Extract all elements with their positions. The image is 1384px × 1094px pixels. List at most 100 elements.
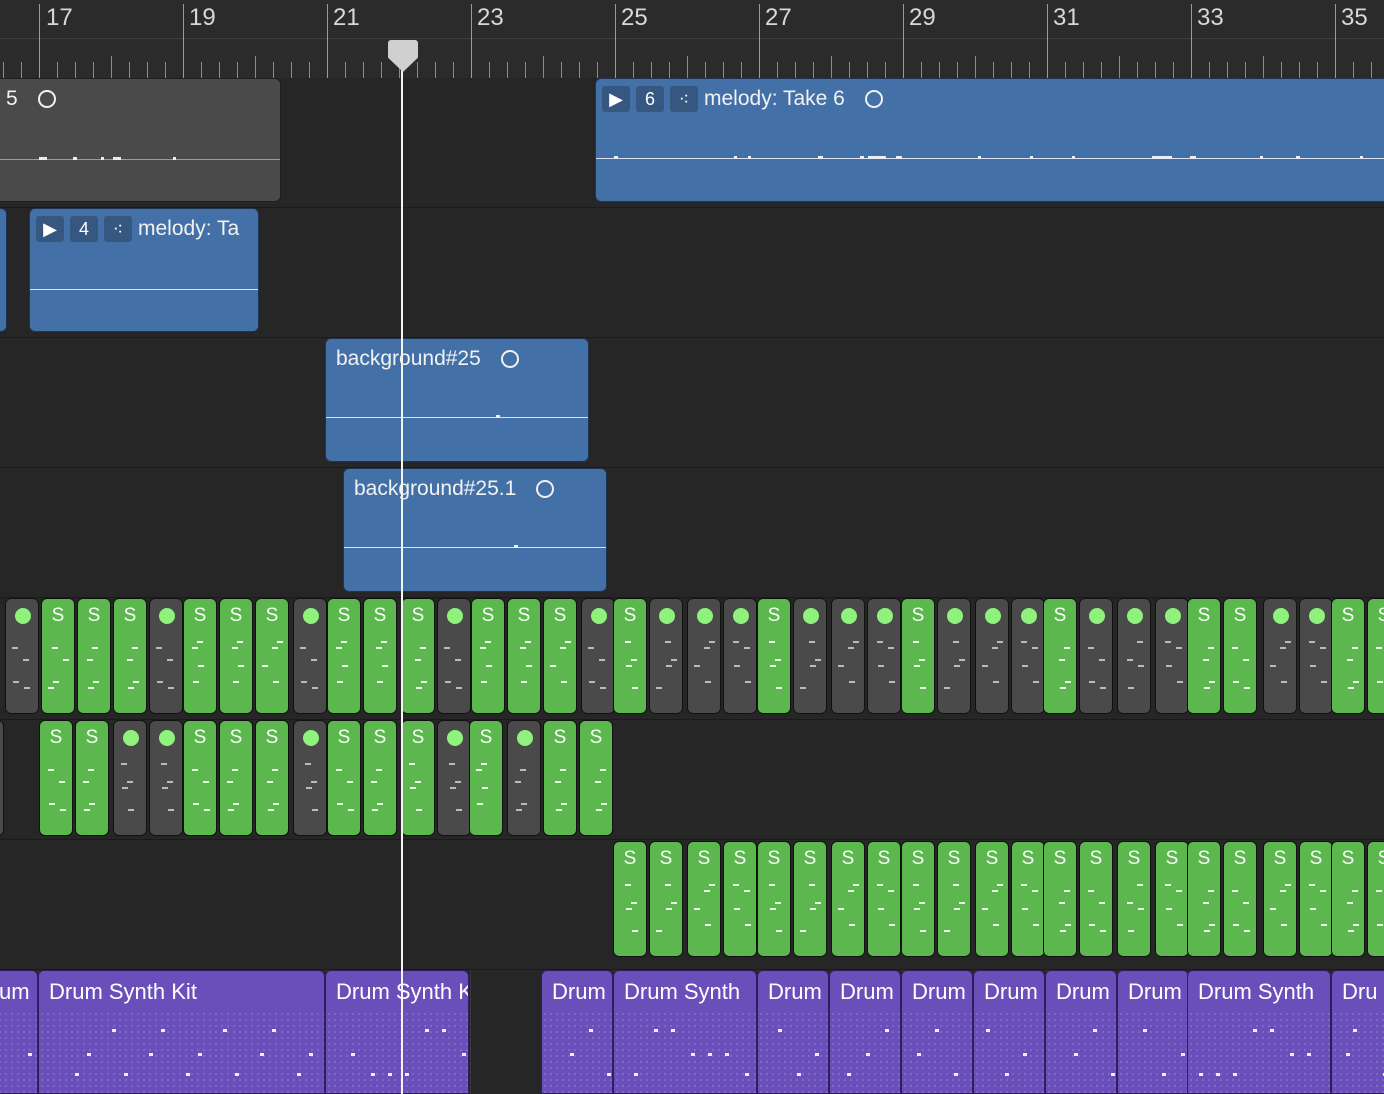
pattern-cell[interactable]: S [327, 720, 361, 836]
pattern-cell[interactable] [507, 720, 541, 836]
pattern-cell[interactable]: S [793, 841, 827, 957]
pattern-cell[interactable] [0, 720, 4, 836]
pattern-cell[interactable]: S [113, 598, 147, 714]
timeline-ruler[interactable]: 17 19 21 23 25 27 29 31 33 35 [0, 0, 1384, 79]
pattern-cell[interactable]: S [1331, 598, 1365, 714]
pattern-cell[interactable]: S [1117, 841, 1151, 957]
pattern-cell[interactable]: S [543, 598, 577, 714]
pattern-cell[interactable]: S [77, 598, 111, 714]
loop-circle-icon[interactable] [536, 480, 555, 498]
pattern-cell[interactable]: S [1079, 841, 1113, 957]
pattern-cell[interactable] [581, 598, 615, 714]
pattern-cell[interactable] [149, 720, 183, 836]
pattern-cell[interactable]: S [975, 841, 1009, 957]
pattern-cell[interactable]: S [219, 598, 253, 714]
pattern-cell[interactable]: S [1367, 841, 1384, 957]
pattern-cell[interactable]: S [39, 720, 73, 836]
pattern-cell[interactable]: S [723, 841, 757, 957]
drum-region[interactable]: Dru [1331, 970, 1384, 1094]
pattern-cell[interactable]: S [1187, 841, 1221, 957]
pattern-cell[interactable]: S [183, 598, 217, 714]
drum-region[interactable]: Drum [1045, 970, 1117, 1094]
loop-circle-icon[interactable] [500, 350, 519, 368]
pattern-cell[interactable]: S [327, 598, 361, 714]
pattern-cell[interactable] [937, 598, 971, 714]
drum-region[interactable]: Drum [757, 970, 829, 1094]
audio-region-background-25-1[interactable]: background#25.1 [343, 468, 607, 592]
pattern-cell[interactable]: S [613, 598, 647, 714]
drum-region[interactable]: um [0, 970, 38, 1094]
pattern-cell[interactable]: S [469, 720, 503, 836]
drum-region[interactable]: Drum Synth [1187, 970, 1331, 1094]
pattern-cell[interactable]: S [1223, 841, 1257, 957]
pattern-cell[interactable] [723, 598, 757, 714]
pattern-cell[interactable]: S [1155, 841, 1189, 957]
pattern-cell[interactable]: S [687, 841, 721, 957]
pattern-cell[interactable]: S [613, 841, 647, 957]
pattern-cell[interactable]: S [1187, 598, 1221, 714]
pattern-cell[interactable]: S [831, 841, 865, 957]
pattern-cell[interactable]: S [255, 598, 289, 714]
pattern-cell[interactable] [113, 720, 147, 836]
pattern-cell[interactable]: S [75, 720, 109, 836]
pattern-cell[interactable]: S [1011, 841, 1045, 957]
play-icon[interactable]: ▶ [36, 216, 64, 242]
drum-region[interactable]: Drum Synth Kit [38, 970, 325, 1094]
pattern-cell[interactable]: S [1299, 841, 1333, 957]
pattern-cell[interactable]: S [1331, 841, 1365, 957]
pattern-cell[interactable]: S [41, 598, 75, 714]
drum-region[interactable]: Drum [829, 970, 901, 1094]
pattern-cell[interactable]: S [579, 720, 613, 836]
playhead-line[interactable] [401, 40, 403, 1094]
track-lane[interactable] [0, 468, 1384, 598]
audio-region-take-4[interactable]: ▶ 4 ⁖ melody: Ta [29, 208, 259, 332]
pattern-cell[interactable]: S [1367, 598, 1384, 714]
pattern-cell[interactable] [793, 598, 827, 714]
play-icon[interactable]: ▶ [602, 86, 630, 112]
pattern-cell[interactable]: S [401, 720, 435, 836]
drum-region[interactable]: Drum [973, 970, 1045, 1094]
pattern-cell[interactable] [1117, 598, 1151, 714]
take-folder-icon[interactable]: ⁖ [670, 86, 698, 112]
drum-region[interactable]: Drum Synth [613, 970, 757, 1094]
pattern-cell[interactable] [1263, 598, 1297, 714]
drum-region[interactable]: Drum [901, 970, 973, 1094]
track-lane[interactable] [0, 338, 1384, 468]
pattern-cell[interactable]: S [1043, 598, 1077, 714]
pattern-cell[interactable]: S [867, 841, 901, 957]
loop-circle-icon[interactable] [37, 90, 56, 108]
pattern-cell[interactable] [867, 598, 901, 714]
pattern-cell[interactable]: S [1223, 598, 1257, 714]
pattern-cell[interactable]: S [363, 598, 397, 714]
audio-region-take-5[interactable]: 5 [0, 78, 281, 202]
pattern-cell[interactable]: S [183, 720, 217, 836]
pattern-cell[interactable]: S [363, 720, 397, 836]
pattern-cell[interactable] [437, 720, 471, 836]
pattern-cell[interactable]: S [471, 598, 505, 714]
pattern-cell[interactable]: S [937, 841, 971, 957]
pattern-cell[interactable]: S [757, 598, 791, 714]
pattern-cell[interactable] [649, 598, 683, 714]
pattern-cell[interactable] [1155, 598, 1189, 714]
pattern-cell[interactable]: S [543, 720, 577, 836]
take-folder-icon[interactable]: ⁖ [104, 216, 132, 242]
pattern-cell[interactable]: S [757, 841, 791, 957]
pattern-cell[interactable] [1011, 598, 1045, 714]
pattern-cell[interactable]: S [401, 598, 435, 714]
drum-region[interactable]: Drum [1117, 970, 1189, 1094]
pattern-cell[interactable]: S [1043, 841, 1077, 957]
pattern-cell[interactable] [5, 598, 39, 714]
pattern-cell[interactable] [687, 598, 721, 714]
pattern-cell[interactable]: S [649, 841, 683, 957]
pattern-cell[interactable] [437, 598, 471, 714]
pattern-cell[interactable] [1079, 598, 1113, 714]
pattern-cell[interactable]: S [255, 720, 289, 836]
pattern-cell[interactable] [1299, 598, 1333, 714]
pattern-cell[interactable] [975, 598, 1009, 714]
pattern-cell[interactable]: S [901, 841, 935, 957]
pattern-cell[interactable]: S [1263, 841, 1297, 957]
drum-region[interactable]: Drum [541, 970, 613, 1094]
pattern-cell[interactable]: S [507, 598, 541, 714]
pattern-cell[interactable] [831, 598, 865, 714]
audio-region-background-25[interactable]: background#25 [325, 338, 589, 462]
